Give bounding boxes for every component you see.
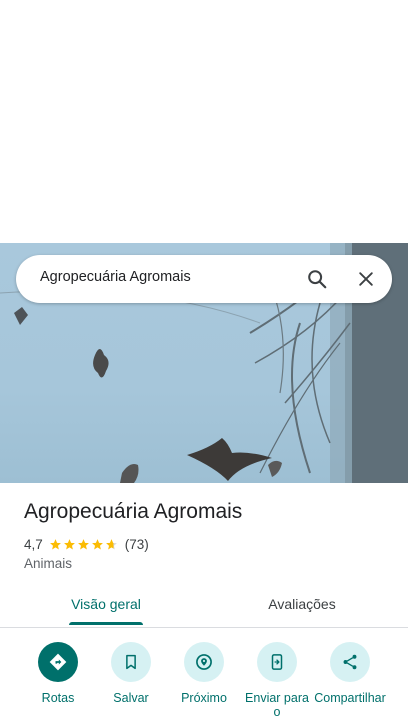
star-half-icon — [105, 538, 117, 549]
search-input[interactable]: Agropecuária Agromais — [40, 269, 191, 285]
search-icon[interactable] — [304, 266, 330, 292]
nearby-button-label: Próximo — [181, 691, 227, 705]
share-button[interactable]: Compartilhar — [313, 642, 387, 705]
send-to-phone-button[interactable]: Enviar para o — [240, 642, 314, 719]
search-bar[interactable]: Agropecuária Agromais — [16, 255, 392, 303]
action-buttons-row: Rotas Salvar Próximo Enviar para o Compa… — [0, 640, 408, 726]
star-icon — [91, 538, 103, 549]
rating-stars — [49, 538, 119, 551]
tab-reviews[interactable]: Avaliações — [200, 586, 404, 627]
directions-button[interactable]: Rotas — [21, 642, 95, 705]
star-icon — [77, 538, 89, 549]
send-to-phone-icon — [271, 654, 283, 670]
nearby-icon — [196, 654, 212, 670]
share-icon — [343, 654, 357, 670]
review-count[interactable]: (73) — [125, 537, 149, 552]
directions-button-label: Rotas — [41, 691, 75, 705]
tab-bar: Visão geral Avaliações — [0, 586, 408, 628]
send-to-phone-button-label: Enviar para o — [245, 691, 309, 719]
star-icon — [63, 538, 75, 549]
send-to-phone-button-circle[interactable] — [257, 642, 297, 682]
save-button-label: Salvar — [113, 691, 149, 705]
close-icon[interactable] — [353, 266, 379, 292]
save-button[interactable]: Salvar — [94, 642, 168, 705]
save-button-circle[interactable] — [111, 642, 151, 682]
place-category[interactable]: Animais — [24, 556, 72, 571]
nearby-button[interactable]: Próximo — [167, 642, 241, 705]
star-icon — [49, 538, 61, 549]
share-button-circle[interactable] — [330, 642, 370, 682]
rating-row[interactable]: 4,7 (73) — [24, 535, 149, 553]
rating-value: 4,7 — [24, 536, 43, 552]
map-area-blank[interactable] — [0, 0, 408, 243]
tab-overview[interactable]: Visão geral — [4, 586, 208, 627]
place-details-screen: Agropecuária Agromais Agropecuária Agrom… — [0, 0, 408, 726]
directions-button-circle[interactable] — [38, 642, 78, 682]
place-title: Agropecuária Agromais — [24, 500, 243, 523]
bookmark-icon — [126, 654, 136, 670]
share-button-label: Compartilhar — [314, 691, 386, 705]
directions-icon — [49, 653, 67, 671]
nearby-button-circle[interactable] — [184, 642, 224, 682]
tab-selected-indicator — [69, 622, 143, 625]
